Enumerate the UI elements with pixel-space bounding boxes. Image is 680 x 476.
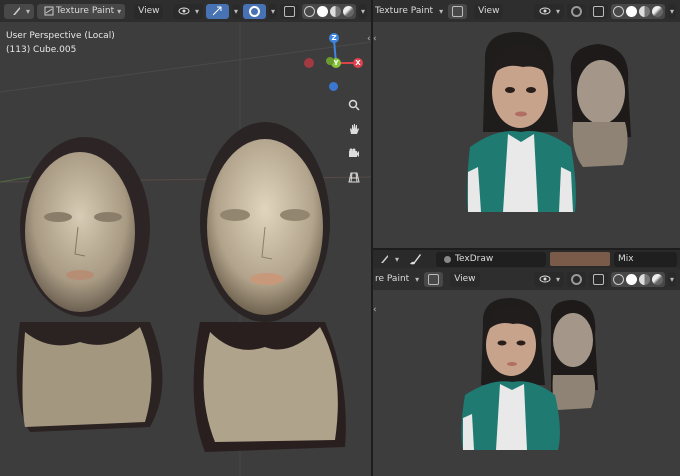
rendered-shading-icon[interactable] xyxy=(651,5,663,17)
top-right-viewport[interactable]: Texture Paint ▾ View ▾ ▾ xyxy=(373,0,680,248)
editor-type-button[interactable] xyxy=(424,271,444,287)
object-label: (113) Cube.005 xyxy=(6,45,77,55)
grid-ortho-icon[interactable] xyxy=(345,168,363,186)
gizmo-neg-y-axis[interactable] xyxy=(326,57,334,65)
overlay-toggle[interactable] xyxy=(566,3,586,19)
chevron-down-icon: ▾ xyxy=(117,6,122,16)
bottom-right-viewport-header: re Paint ▾ View ▾ ▾ xyxy=(373,268,680,290)
overlay-toggle[interactable] xyxy=(242,3,266,19)
chevron-down-icon: ▾ xyxy=(555,274,560,284)
shading-mode-group xyxy=(301,3,356,19)
wireframe-shading-icon[interactable] xyxy=(612,5,624,17)
mode-label: Texture Paint xyxy=(56,6,115,16)
rendered-shading-icon[interactable] xyxy=(651,273,663,285)
camera-icon[interactable] xyxy=(345,144,363,162)
visibility-dropdown[interactable]: ▾ xyxy=(533,271,564,287)
brush-icon xyxy=(8,4,23,19)
editor-type-button[interactable] xyxy=(448,3,468,19)
blend-mode-label: Mix xyxy=(618,254,634,264)
chevron-down-icon: ▾ xyxy=(669,274,674,284)
xray-toggle[interactable] xyxy=(588,271,608,287)
top-right-viewport-header: Texture Paint ▾ View ▾ ▾ xyxy=(373,0,680,22)
brush-selector[interactable]: TexDraw xyxy=(436,251,547,267)
gizmo-toggle[interactable] xyxy=(205,3,229,19)
visibility-dropdown[interactable]: ▾ xyxy=(172,3,203,19)
brush-dropdown-icon[interactable] xyxy=(376,252,391,267)
rendered-shading-icon[interactable] xyxy=(342,5,354,17)
eye-icon xyxy=(177,4,192,19)
chevron-down-icon: ▾ xyxy=(233,6,238,16)
visibility-dropdown[interactable]: ▾ xyxy=(533,3,564,19)
solid-shading-icon[interactable] xyxy=(625,5,637,17)
gizmo-dropdown[interactable]: ▾ xyxy=(231,3,240,19)
material-shading-icon[interactable] xyxy=(638,5,650,17)
xray-icon xyxy=(591,4,606,19)
brush-preview-icon xyxy=(440,252,455,267)
top-right-collapse-arrow[interactable]: ‹ xyxy=(373,34,377,44)
chevron-down-icon: ▾ xyxy=(555,6,560,16)
eye-icon xyxy=(538,4,553,19)
navigation-gizmo[interactable]: Z X Y xyxy=(300,30,370,95)
image-icon xyxy=(450,4,465,19)
left-collapse-arrow[interactable]: ‹ xyxy=(367,34,371,44)
shading-dropdown[interactable]: ▾ xyxy=(358,3,367,19)
editor-type-button[interactable]: ▾ xyxy=(4,3,35,19)
left-viewport[interactable]: ▾ Texture Paint ▾ View ▾ ▾ ▾ ▾ User Pers… xyxy=(0,0,371,476)
wireframe-shading-icon[interactable] xyxy=(303,5,315,17)
overlay-dropdown[interactable]: ▾ xyxy=(268,3,277,19)
color-swatch[interactable] xyxy=(550,252,611,266)
solid-shading-icon[interactable] xyxy=(316,5,328,17)
overlay-icon xyxy=(569,272,584,287)
xray-toggle[interactable] xyxy=(279,3,299,19)
brush-name: TexDraw xyxy=(455,254,494,264)
bottom-right-collapse-arrow[interactable]: ‹ xyxy=(373,305,377,315)
hand-pan-icon[interactable] xyxy=(345,120,363,138)
chevron-down-icon: ▾ xyxy=(669,6,674,16)
mode-label[interactable]: re Paint xyxy=(375,274,409,284)
gizmo-z-axis[interactable]: Z xyxy=(329,33,339,43)
character-scene-top xyxy=(466,32,631,212)
solid-shading-icon[interactable] xyxy=(625,273,637,285)
shading-dropdown[interactable]: ▾ xyxy=(667,3,676,19)
view-menu[interactable]: View xyxy=(474,3,504,19)
chevron-down-icon: ▾ xyxy=(415,274,420,284)
shading-mode-group xyxy=(610,271,665,287)
view-menu[interactable]: View xyxy=(450,271,480,287)
perspective-label: User Perspective (Local) xyxy=(6,31,115,41)
left-viewport-header: ▾ Texture Paint ▾ View ▾ ▾ ▾ ▾ xyxy=(0,0,371,22)
overlay-toggle[interactable] xyxy=(566,271,586,287)
bottom-right-viewport[interactable]: re Paint ▾ View ▾ ▾ xyxy=(373,268,680,476)
gizmo-neg-x-axis[interactable] xyxy=(304,58,314,68)
image-icon xyxy=(426,272,441,287)
chevron-down-icon: ▾ xyxy=(194,6,199,16)
xray-toggle[interactable] xyxy=(588,3,608,19)
blend-mode-dropdown[interactable]: Mix xyxy=(614,251,677,267)
chevron-down-icon: ▾ xyxy=(360,6,365,16)
mode-label[interactable]: Texture Paint xyxy=(375,6,433,16)
material-shading-icon[interactable] xyxy=(638,273,650,285)
tool-settings-header: ▾ TexDraw Mix xyxy=(373,250,680,268)
texture-paint-icon xyxy=(41,4,56,19)
gizmo-icon xyxy=(210,4,225,19)
shading-dropdown[interactable]: ▾ xyxy=(667,271,676,287)
chevron-down-icon: ▾ xyxy=(439,6,444,16)
chevron-down-icon: ▾ xyxy=(395,254,400,264)
xray-icon xyxy=(282,4,297,19)
material-shading-icon[interactable] xyxy=(329,5,341,17)
zoom-icon[interactable] xyxy=(345,96,363,114)
view-menu[interactable]: View xyxy=(134,3,164,19)
paint-brush-icon[interactable] xyxy=(407,252,422,267)
chevron-down-icon: ▾ xyxy=(270,6,275,16)
gizmo-neg-z-axis[interactable] xyxy=(329,82,338,91)
xray-icon xyxy=(591,272,606,287)
mode-dropdown[interactable]: Texture Paint ▾ xyxy=(37,3,126,19)
eye-icon xyxy=(538,272,553,287)
character-scene-bottom xyxy=(461,298,598,450)
chevron-down-icon: ▾ xyxy=(26,6,31,16)
overlay-icon xyxy=(569,4,584,19)
wireframe-shading-icon[interactable] xyxy=(612,273,624,285)
gizmo-x-axis[interactable]: X xyxy=(353,58,363,68)
shading-mode-group xyxy=(610,3,665,19)
overlay-icon xyxy=(247,4,262,19)
